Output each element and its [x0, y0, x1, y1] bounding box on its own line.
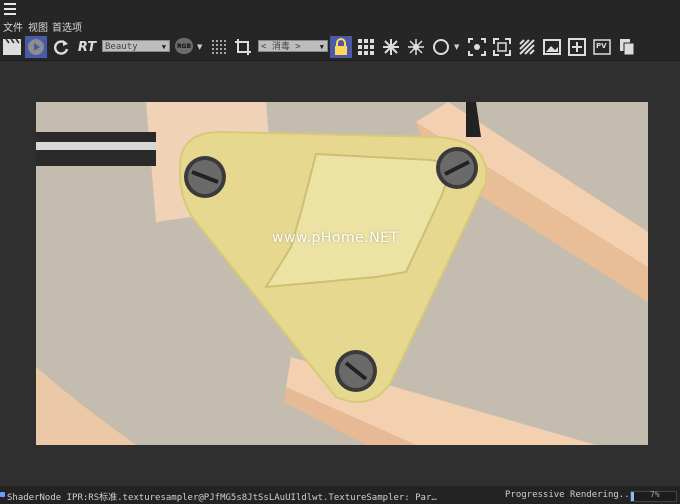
circle-icon[interactable] — [430, 36, 452, 58]
render-image: www.pHome.NET — [36, 102, 648, 445]
pass-dropdown[interactable]: Beauty ▼ — [102, 40, 170, 52]
toolbar: RT Beauty ▼ RGB ▼ < 消毒 > ▼ ▼ PV — [0, 34, 680, 61]
rgb-badge[interactable]: RGB — [175, 38, 193, 54]
progress-percent: 7% — [650, 490, 660, 499]
menu-bar: 文件 视图 首选项 — [0, 18, 680, 34]
pass-dropdown-value: Beauty — [105, 42, 138, 52]
lock-icon[interactable] — [330, 36, 352, 58]
menu-preferences[interactable]: 首选项 — [52, 19, 82, 34]
clapperboard-icon[interactable] — [1, 36, 23, 58]
snowflake-icon[interactable] — [380, 36, 402, 58]
snowflake-alt-icon[interactable] — [405, 36, 427, 58]
chevron-down-icon: ▼ — [319, 43, 324, 51]
status-indicator-icon — [0, 492, 5, 497]
grid-dots-icon[interactable] — [208, 36, 230, 58]
texture-icon[interactable] — [516, 36, 538, 58]
progress-label: Progressive Rendering... — [505, 490, 636, 500]
pv-label: PV — [596, 42, 607, 50]
add-image-icon[interactable] — [566, 36, 588, 58]
region-dropdown[interactable]: < 消毒 > ▼ — [258, 40, 328, 52]
render-progress-fill — [631, 492, 635, 501]
expand-icon[interactable] — [491, 36, 513, 58]
focus-icon[interactable] — [466, 36, 488, 58]
title-bar — [0, 0, 680, 18]
copy-icon[interactable] — [616, 36, 638, 58]
grid-icon[interactable] — [355, 36, 377, 58]
watermark-text: www.pHome.NET — [272, 230, 399, 246]
menu-view[interactable]: 视图 — [28, 19, 48, 34]
status-message: ShaderNode IPR:RS标准.texturesampler@PJfMG… — [7, 493, 437, 503]
region-dropdown-value: < 消毒 > — [261, 42, 301, 52]
pv-icon[interactable]: PV — [591, 36, 613, 58]
crop-icon[interactable] — [232, 36, 254, 58]
refresh-icon[interactable] — [50, 36, 72, 58]
play-icon[interactable] — [25, 36, 47, 58]
rendered-scene — [36, 102, 648, 445]
chevron-down-icon: ▼ — [161, 43, 166, 51]
rgb-chevron-down-icon[interactable]: ▼ — [197, 43, 202, 51]
image-icon[interactable] — [541, 36, 563, 58]
render-viewport[interactable]: www.pHome.NET — [0, 61, 680, 486]
menu-file[interactable]: 文件 — [3, 19, 23, 34]
status-bar: ShaderNode IPR:RS标准.texturesampler@PJfMG… — [0, 486, 680, 504]
rt-icon[interactable]: RT — [74, 36, 100, 58]
hamburger-menu-icon[interactable] — [4, 3, 16, 15]
circle-chevron-down-icon[interactable]: ▼ — [454, 43, 459, 51]
